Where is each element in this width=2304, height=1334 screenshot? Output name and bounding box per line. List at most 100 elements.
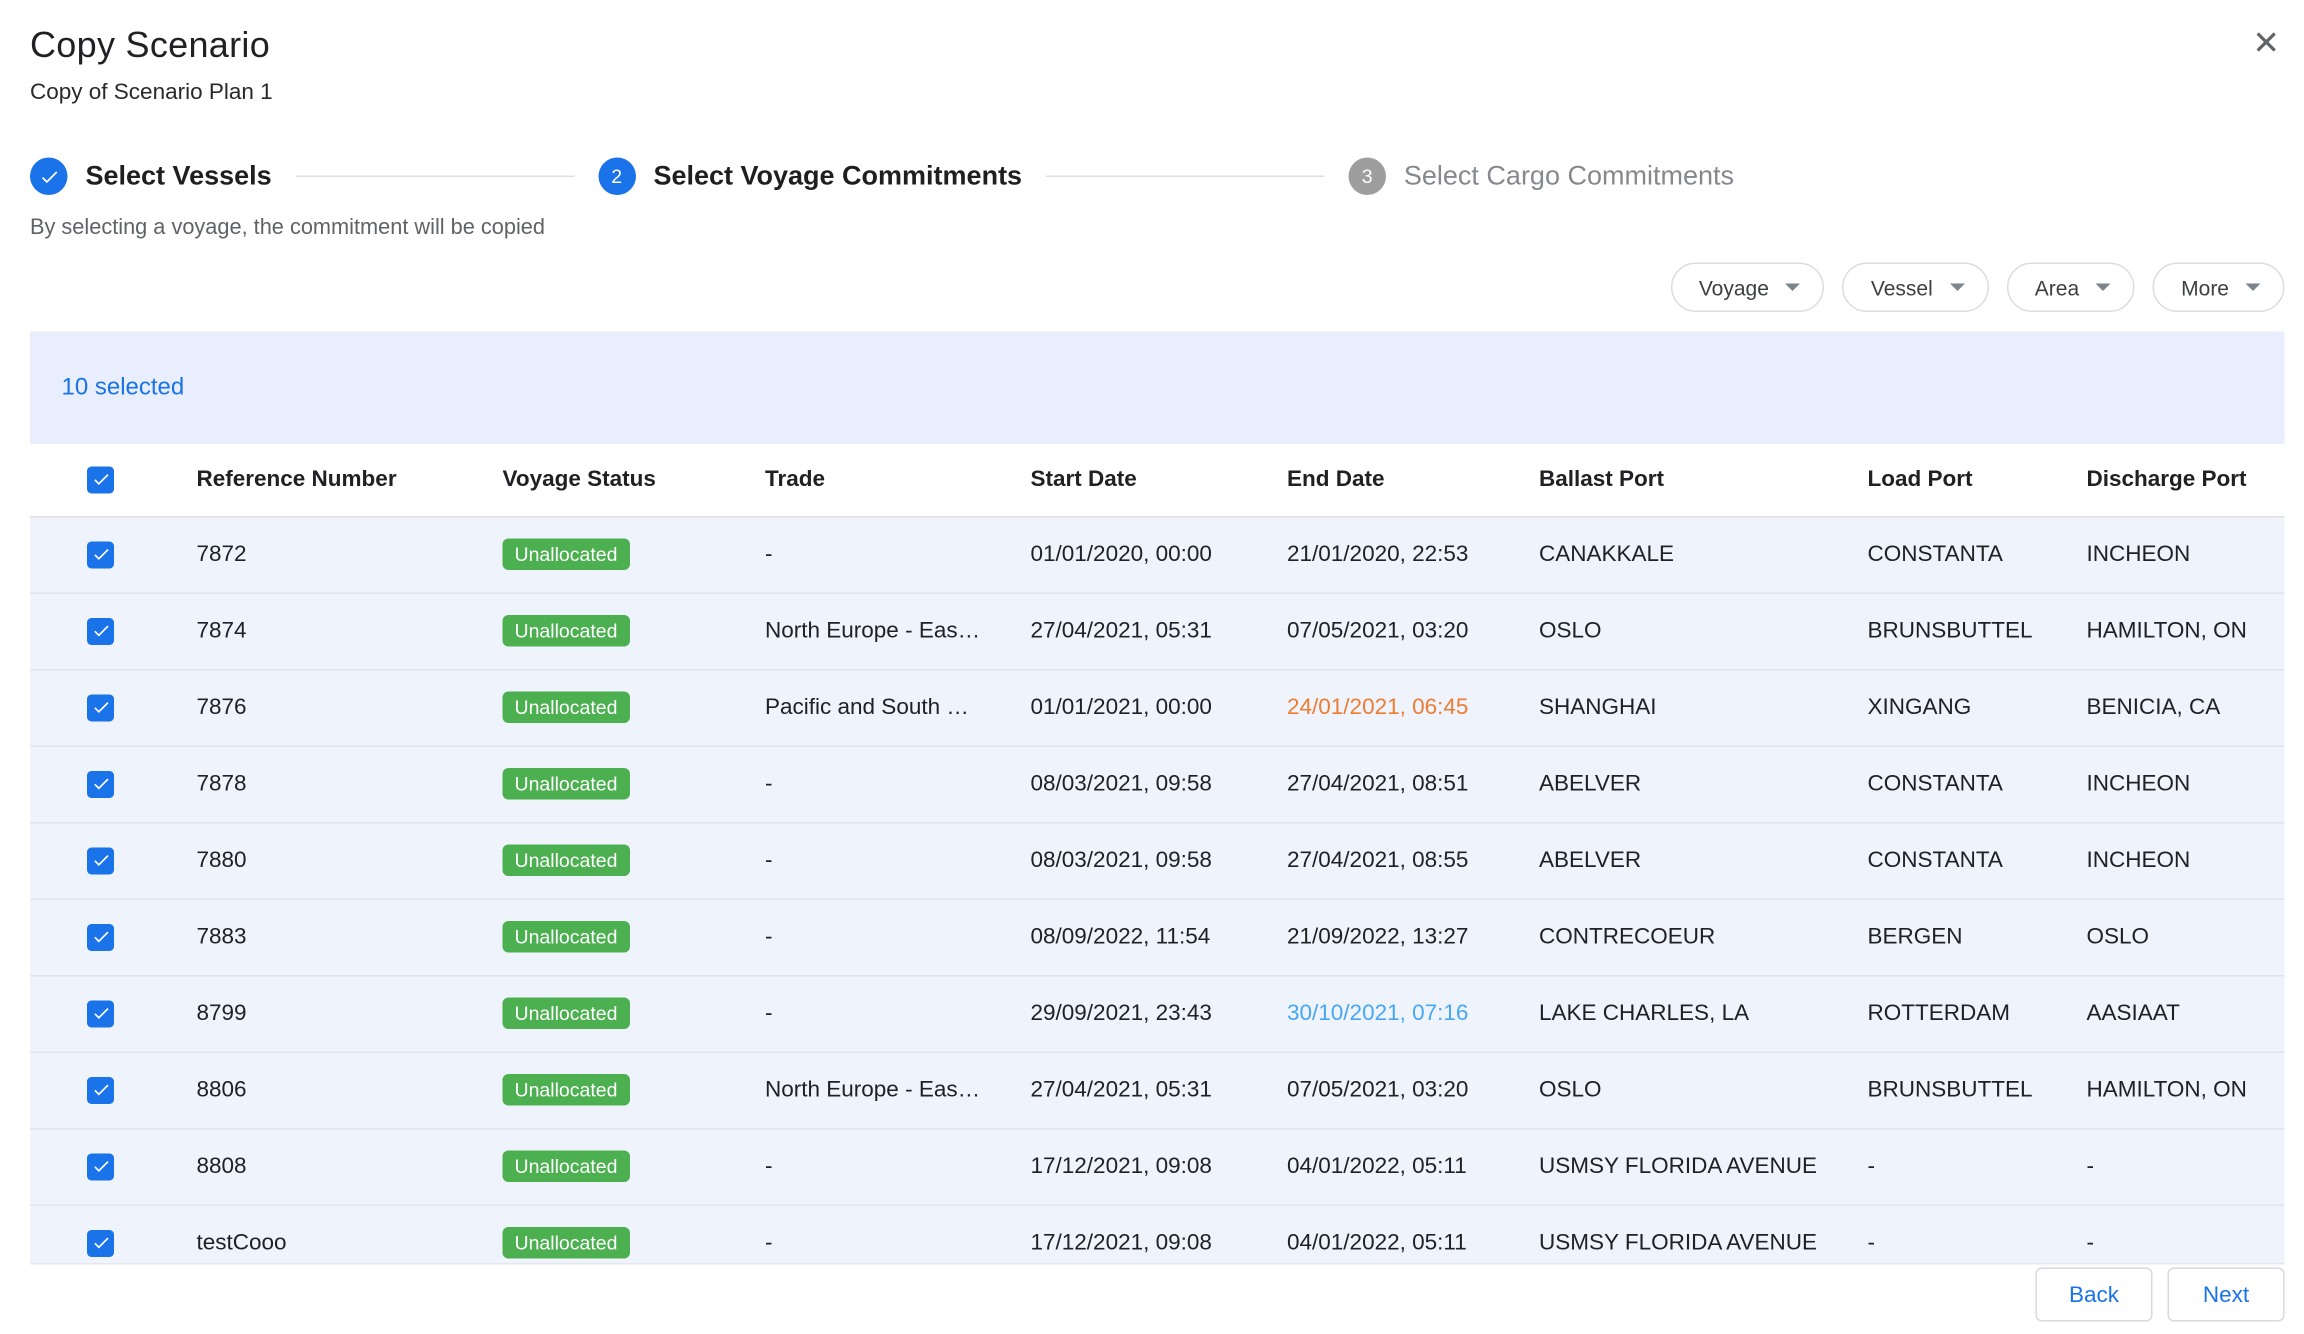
row-checkbox[interactable] — [87, 617, 114, 644]
step-select-vessels[interactable]: Select Vessels — [30, 158, 272, 196]
cell-end-date: 04/01/2022, 05:11 — [1287, 1128, 1539, 1205]
cell-discharge-port: OSLO — [2087, 899, 2285, 976]
step-number-badge: 3 — [1348, 158, 1386, 196]
row-checkbox[interactable] — [87, 770, 114, 797]
cell-discharge-port: - — [2087, 1205, 2285, 1265]
table-row: 7874UnallocatedNorth Europe - Eas…27/04/… — [30, 593, 2285, 670]
cell-trade: - — [765, 899, 1031, 976]
dialog-subtitle: Copy of Scenario Plan 1 — [30, 80, 2274, 106]
table-row: 8808Unallocated-17/12/2021, 09:0804/01/2… — [30, 1128, 2285, 1205]
cell-discharge-port: INCHEON — [2087, 822, 2285, 899]
check-icon — [91, 1157, 111, 1177]
table-row: 8799Unallocated -29/09/2021, 23:4330/10/2… — [30, 975, 2285, 1052]
check-icon — [91, 621, 111, 641]
filter-area-button[interactable]: Area — [2006, 263, 2134, 313]
chevron-down-icon — [1949, 284, 1964, 292]
cell-discharge-port: INCHEON — [2087, 746, 2285, 823]
status-badge: Unallocated — [503, 692, 630, 724]
cell-load-port: - — [1868, 1205, 2087, 1265]
dialog-header: Copy Scenario Copy of Scenario Plan 1 ✕ — [0, 0, 2304, 105]
cell-start-date: 29/09/2021, 23:43 — [1031, 975, 1288, 1052]
status-badge: Unallocated — [503, 615, 630, 647]
cell-trade: Pacific and South … — [765, 669, 1031, 746]
cell-reference-number: 7872 — [197, 516, 503, 593]
cell-load-port: CONSTANTA — [1868, 822, 2087, 899]
check-icon — [91, 1004, 111, 1024]
cell-ballast-port: ABELVER — [1539, 822, 1868, 899]
dialog-footer: Back Next — [2036, 1268, 2285, 1322]
check-icon — [91, 470, 111, 490]
step-label-select-cargo-commitments: Select Cargo Commitments — [1404, 161, 1734, 193]
row-checkbox[interactable] — [87, 847, 114, 874]
cell-reference-number: 8808 — [197, 1128, 503, 1205]
cell-reference-number: 8799 — [197, 975, 503, 1052]
cell-trade: - — [765, 516, 1031, 593]
cell-start-date: 01/01/2020, 00:00 — [1031, 516, 1288, 593]
cell-trade: - — [765, 1128, 1031, 1205]
table-row: 7880Unallocated-08/03/2021, 09:5827/04/2… — [30, 822, 2285, 899]
status-badge: Unallocated — [503, 768, 630, 800]
check-icon — [91, 927, 111, 947]
row-checkbox[interactable] — [87, 923, 114, 950]
row-checkbox[interactable] — [87, 541, 114, 568]
step-select-cargo-commitments[interactable]: 3 Select Cargo Commitments — [1348, 158, 1734, 196]
check-icon — [91, 698, 111, 718]
filter-vessel-button[interactable]: Vessel — [1842, 263, 1988, 313]
row-checkbox[interactable] — [87, 1153, 114, 1180]
next-button[interactable]: Next — [2168, 1268, 2285, 1322]
check-icon — [91, 1233, 111, 1253]
cell-end-date: 24/01/2021, 06:45 — [1287, 669, 1539, 746]
cell-load-port: BRUNSBUTTEL — [1868, 1052, 2087, 1129]
cell-load-port: CONSTANTA — [1868, 746, 2087, 823]
cell-reference-number: 7880 — [197, 822, 503, 899]
step-select-voyage-commitments[interactable]: 2 Select Voyage Commitments — [598, 158, 1022, 196]
column-header-discharge-port: Discharge Port — [2087, 444, 2285, 516]
row-checkbox[interactable] — [87, 1229, 114, 1256]
column-header-ballast-port: Ballast Port — [1539, 444, 1868, 516]
row-checkbox[interactable] — [87, 694, 114, 721]
close-button[interactable]: ✕ — [2246, 21, 2286, 66]
row-checkbox[interactable] — [87, 1000, 114, 1027]
filter-more-button[interactable]: More — [2153, 263, 2285, 313]
back-button[interactable]: Back — [2036, 1268, 2153, 1322]
table-row: 7883Unallocated-08/09/2022, 11:5421/09/2… — [30, 899, 2285, 976]
step-label-select-vessels: Select Vessels — [86, 161, 272, 193]
cell-end-date: 21/01/2020, 22:53 — [1287, 516, 1539, 593]
check-icon — [91, 1080, 111, 1100]
status-badge: Unallocated — [503, 1227, 630, 1259]
page-title: Copy Scenario — [30, 24, 2274, 69]
cell-trade: - — [765, 975, 1031, 1052]
column-header-reference-number: Reference Number — [197, 444, 503, 516]
step-number-badge: 2 — [598, 158, 636, 196]
row-checkbox[interactable] — [87, 1076, 114, 1103]
cell-start-date: 17/12/2021, 09:08 — [1031, 1128, 1288, 1205]
table-row: 7872Unallocated-01/01/2020, 00:0021/01/2… — [30, 516, 2285, 593]
cell-reference-number: 7878 — [197, 746, 503, 823]
step-connector — [296, 176, 574, 178]
check-icon — [91, 545, 111, 565]
column-header-voyage-status: Voyage Status — [503, 444, 766, 516]
stepper: Select Vessels 2 Select Voyage Commitmen… — [30, 158, 1734, 196]
table-row: testCoooUnallocated-17/12/2021, 09:0804/… — [30, 1205, 2285, 1265]
check-icon — [91, 851, 111, 871]
filter-voyage-button[interactable]: Voyage — [1670, 263, 1824, 313]
cell-end-date: 07/05/2021, 03:20 — [1287, 593, 1539, 670]
step-connector — [1046, 176, 1324, 178]
cell-trade: North Europe - Eas… — [765, 593, 1031, 670]
cell-ballast-port: ABELVER — [1539, 746, 1868, 823]
cell-start-date: 01/01/2021, 00:00 — [1031, 669, 1288, 746]
column-header-end-date: End Date — [1287, 444, 1539, 516]
close-icon: ✕ — [2252, 24, 2280, 62]
chevron-down-icon — [1785, 284, 1800, 292]
cell-load-port: XINGANG — [1868, 669, 2087, 746]
cell-discharge-port: BENICIA, CA — [2087, 669, 2285, 746]
cell-trade: North Europe - Eas… — [765, 1052, 1031, 1129]
select-all-checkbox[interactable] — [87, 466, 114, 493]
cell-trade: - — [765, 822, 1031, 899]
status-badge: Unallocated — [503, 998, 630, 1030]
cell-reference-number: 7876 — [197, 669, 503, 746]
cell-ballast-port: CONTRECOEUR — [1539, 899, 1868, 976]
cell-end-date: 30/10/2021, 07:16 — [1287, 975, 1539, 1052]
cell-start-date: 27/04/2021, 05:31 — [1031, 593, 1288, 670]
cell-start-date: 08/03/2021, 09:58 — [1031, 822, 1288, 899]
